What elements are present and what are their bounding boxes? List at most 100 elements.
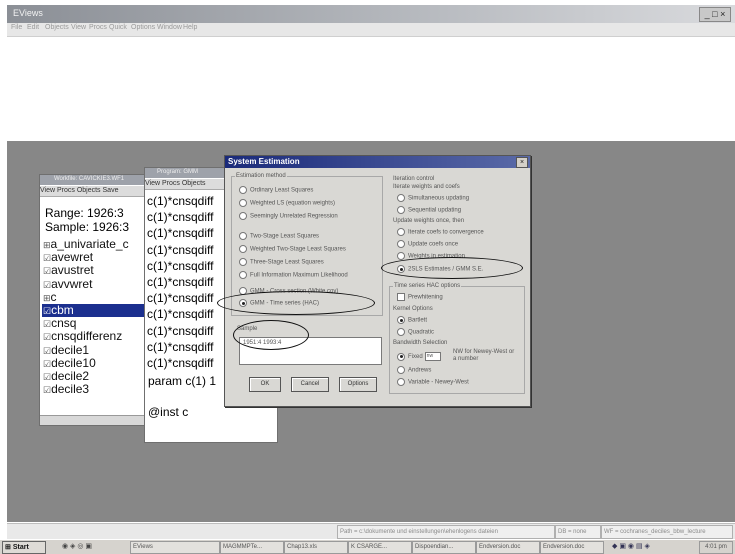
iterate-label: Iterate weights and coefs: [393, 184, 460, 190]
prewhitening-checkbox[interactable]: Prewhitening: [397, 293, 443, 302]
series-icon: ☑: [43, 319, 52, 330]
program-code[interactable]: c(1)*cnsqdiff c(1)*cnsqdiff c(1)*cnsqdif…: [147, 193, 213, 371]
workfile-window[interactable]: Workfile: CAVICKIE3.WF1 View Procs Objec…: [39, 174, 151, 426]
list-item[interactable]: ☑decile3: [42, 382, 150, 396]
radio-icon: [239, 186, 247, 194]
series-icon: ⊞: [43, 240, 51, 250]
method-fiml-radio[interactable]: Full Information Maximum Likelihood: [239, 271, 348, 280]
workfile-title: Workfile: CAVICKIE3.WF1: [54, 176, 125, 182]
status-wf: WF = cochranes_deciles_bbw_lecture: [601, 525, 733, 539]
sequential-updating-radio[interactable]: Sequential updating: [397, 206, 461, 215]
series-icon: ☑: [43, 371, 52, 382]
tray-icons[interactable]: ◆ ▣ ◉ ▤ ◈: [612, 542, 650, 550]
radio-icon: [397, 328, 405, 336]
bandwidth-fixed-radio[interactable]: Fixed nw: [397, 352, 443, 361]
app-title: EViews: [13, 8, 43, 18]
coef-icon: ⊞: [43, 292, 51, 303]
radio-icon: [239, 199, 247, 207]
code-line: c(1)*cnsqdiff: [147, 355, 214, 370]
task-button[interactable]: Endversion.doc: [540, 541, 604, 554]
menu-quick[interactable]: Quick: [109, 24, 127, 31]
update-coefs-once-radio[interactable]: Update coefs once: [397, 240, 458, 249]
menu-window[interactable]: Window: [157, 24, 182, 31]
taskbar: ⊞ Start ◉ ◈ ◎ ▣ EViews MAGMMPTe... Chap1…: [0, 539, 735, 554]
radio-icon: [239, 271, 247, 279]
menu-procs[interactable]: Procs: [89, 24, 107, 31]
estimation-method-label: Estimation method: [235, 173, 287, 179]
task-eviews[interactable]: EViews: [130, 541, 220, 554]
bandwidth-input[interactable]: nw: [424, 352, 441, 361]
window-controls[interactable]: _ □ ×: [699, 7, 731, 22]
code-line: c(1)*cnsqdiff: [147, 226, 214, 241]
command-window[interactable]: [7, 37, 735, 140]
radio-icon: [239, 258, 247, 266]
task-button[interactable]: MAGMMPTe...: [220, 541, 284, 554]
code-line: c(1)*cnsqdiff: [147, 194, 214, 208]
options-button[interactable]: Options: [339, 377, 377, 392]
method-sur-radio[interactable]: Seemingly Unrelated Regression: [239, 212, 338, 221]
radio-selected-icon: [397, 352, 405, 361]
method-3sls-radio[interactable]: Three-Stage Least Squares: [239, 258, 324, 267]
kernel-quadratic-radio[interactable]: Quadratic: [397, 328, 434, 337]
windows-logo-icon: ⊞: [5, 544, 11, 551]
bandwidth-variable-radio[interactable]: Variable - Newey-West: [397, 378, 469, 387]
workfile-sample: Sample: 1926:3: [45, 220, 130, 234]
ok-button[interactable]: OK: [249, 377, 281, 392]
iterate-coefs-radio[interactable]: Iterate coefs to convergence: [397, 228, 484, 237]
checkbox-icon: [397, 293, 405, 301]
workfile-object-list: ⊞a_univariate_c ☑avewret ☑avustret ☑avvw…: [42, 237, 150, 396]
menu-options[interactable]: Options: [131, 24, 155, 31]
series-icon: ☑: [43, 253, 52, 264]
workfile-range: Range: 1926:3: [45, 206, 124, 220]
update-weights-label: Update weights once, then: [393, 218, 465, 224]
radio-icon: [397, 240, 405, 248]
menu-objects[interactable]: Objects: [45, 24, 69, 31]
quick-launch-icons[interactable]: ◉ ◈ ◎ ▣: [62, 542, 92, 550]
workfile-toolbar[interactable]: View Procs Objects Save: [40, 186, 150, 197]
task-button[interactable]: Chap13.xls: [284, 541, 348, 554]
series-icon: ☑: [43, 305, 52, 316]
horizontal-scrollbar[interactable]: [40, 415, 150, 425]
dialog-title: System Estimation: [228, 157, 300, 166]
radio-selected-icon: [397, 316, 405, 324]
program-title: Program: GMM: [157, 169, 199, 175]
code-line-inst: @inst c: [148, 405, 189, 419]
radio-icon: [397, 378, 405, 386]
close-icon[interactable]: ×: [516, 157, 528, 168]
cancel-button[interactable]: Cancel: [291, 377, 329, 392]
radio-icon: [397, 228, 405, 236]
list-item[interactable]: ☑avvwret: [42, 277, 150, 291]
workfile-title-bar[interactable]: Workfile: CAVICKIE3.WF1: [40, 175, 150, 185]
bandwidth-note: NW for Newey-West or a number: [453, 349, 515, 362]
method-ols-radio[interactable]: Ordinary Least Squares: [239, 186, 313, 195]
radio-icon: [239, 245, 247, 253]
code-line: c(1)*cnsqdiff: [147, 339, 214, 354]
code-line: c(1)*cnsqdiff: [147, 242, 214, 257]
code-line: c(1)*cnsqdiff: [147, 323, 214, 338]
method-w2sls-radio[interactable]: Weighted Two-Stage Least Squares: [239, 245, 346, 254]
task-button[interactable]: Endversion.doc: [476, 541, 540, 554]
kernel-bartlett-radio[interactable]: Bartlett: [397, 316, 427, 325]
method-2sls-radio[interactable]: Two-Stage Least Squares: [239, 232, 319, 241]
clock: 4:01 pm: [699, 541, 733, 554]
simultaneous-updating-radio[interactable]: Simultaneous updating: [397, 194, 469, 203]
series-icon: ☑: [43, 332, 52, 343]
code-line: c(1)*cnsqdiff: [147, 210, 214, 225]
task-button[interactable]: K CSARGE...: [348, 541, 412, 554]
task-button[interactable]: Dispoendian...: [412, 541, 476, 554]
menu-edit[interactable]: Edit: [27, 24, 39, 31]
method-wls-radio[interactable]: Weighted LS (equation weights): [239, 199, 335, 208]
status-path: Path = c:\dokumente und einstellungen\eh…: [337, 525, 555, 539]
title-bar: EViews _ □ ×: [7, 5, 735, 23]
code-line-param: param c(1) 1: [148, 374, 217, 388]
bandwidth-andrews-radio[interactable]: Andrews: [397, 366, 431, 375]
time-series-hac-label: Time series HAC options: [393, 283, 462, 289]
menu-file[interactable]: File: [11, 24, 22, 31]
radio-icon: [397, 206, 405, 214]
dialog-title-bar[interactable]: System Estimation ×: [225, 156, 530, 168]
code-line: c(1)*cnsqdiff: [147, 274, 214, 289]
start-button[interactable]: ⊞ Start: [2, 541, 46, 554]
menu-help[interactable]: Help: [183, 24, 197, 31]
menu-bar: File Edit Objects View Procs Quick Optio…: [7, 23, 735, 37]
menu-view[interactable]: View: [71, 24, 86, 31]
